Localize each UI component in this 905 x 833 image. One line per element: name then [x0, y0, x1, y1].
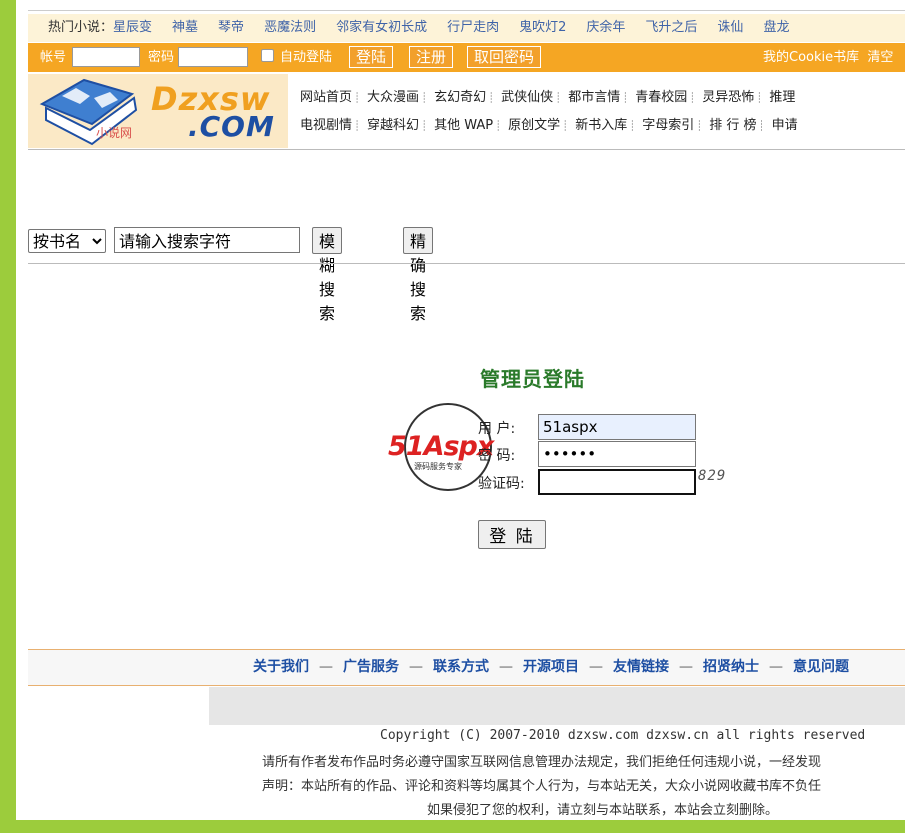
cookie-links: 我的Cookie书库 清空	[763, 43, 893, 72]
admin-password-label: 密 码:	[478, 448, 516, 464]
member-login-button[interactable]: 登陆	[349, 46, 394, 68]
notice-line-3: 如果侵犯了您的权利，请立刻与本站联系，本站会立刻删除。	[427, 803, 779, 818]
watermark-tagline: 源码服务专家	[414, 462, 462, 471]
retrieve-password-button[interactable]: 取回密码	[467, 46, 542, 68]
nav-link[interactable]: 其他 WAP	[434, 118, 493, 133]
footer-link[interactable]: 友情链接	[613, 659, 669, 675]
nav-link[interactable]: 网站首页	[300, 90, 352, 105]
admin-username-input[interactable]	[538, 414, 696, 440]
book-logo-icon	[39, 78, 138, 146]
nav-link[interactable]: 申请	[772, 118, 798, 133]
hot-novel-link[interactable]: 鬼吹灯2	[519, 20, 566, 35]
nav-link[interactable]: 青春校园	[635, 90, 687, 105]
search-divider	[28, 263, 905, 264]
hot-novel-link[interactable]: 琴帝	[218, 20, 244, 35]
captcha-image[interactable]: 829	[698, 468, 726, 484]
nav-link[interactable]: 新书入库	[575, 118, 627, 133]
nav-link[interactable]: 都市言情	[568, 90, 620, 105]
hot-novels-bar: 热门小说：星辰变 神墓 琴帝 恶魔法则 邻家有女初长成 行尸走肉 鬼吹灯2 庆余年 飞升之后 诛仙…	[28, 14, 905, 42]
footer-link[interactable]: 联系方式	[433, 659, 489, 675]
auto-login-checkbox[interactable]	[261, 49, 274, 62]
nav-row-2: 电视剧情 ┊ 穿越科幻 ┊ 其他 WAP ┊ 原创文学 ┊ 新书入库 ┊ 字母索引 ┊ 排 行 榜 ┊ 申请	[300, 118, 798, 133]
nav-link[interactable]: 玄幻奇幻	[434, 90, 486, 105]
admin-login-title: 管理员登陆	[480, 367, 585, 391]
register-button[interactable]: 注册	[409, 46, 454, 68]
hot-novel-link[interactable]: 诛仙	[717, 20, 743, 35]
nav-link[interactable]: 灵异恐怖	[702, 90, 754, 105]
admin-code-label: 验证码:	[478, 476, 525, 492]
cookie-library-link[interactable]: 我的Cookie书库	[763, 50, 859, 65]
footer-link[interactable]: 关于我们	[253, 659, 309, 675]
account-label: 帐号	[40, 50, 67, 65]
footer-link[interactable]: 广告服务	[343, 659, 399, 675]
top-divider	[28, 10, 905, 11]
admin-password-input[interactable]	[538, 441, 696, 467]
password-label: 密码	[148, 50, 175, 65]
account-input[interactable]	[72, 47, 140, 67]
hot-novel-link[interactable]: 星辰变	[113, 20, 152, 35]
nav-link[interactable]: 大众漫画	[367, 90, 419, 105]
left-accent-bar	[0, 0, 16, 833]
hot-novel-link[interactable]: 神墓	[172, 20, 198, 35]
copyright-text: Copyright (C) 2007-2010 dzxsw.com dzxsw.…	[380, 728, 866, 743]
hot-novel-link[interactable]: 盘龙	[763, 20, 789, 35]
footer-gray-band	[209, 687, 905, 725]
notice-line-2: 声明：本站所有的作品、评论和资料等均属其个人行为，与本站无关，大众小说网收藏书库…	[262, 779, 822, 794]
member-login-bar: 帐号 密码 自动登陆 登陆 注册 取回密码 我的Cookie书库 清空	[28, 43, 905, 72]
auto-login-label: 自动登陆	[280, 50, 333, 65]
hot-novel-link[interactable]: 恶魔法则	[264, 20, 316, 35]
nav-row-1: 网站首页 ┊ 大众漫画 ┊ 玄幻奇幻 ┊ 武侠仙侠 ┊ 都市言情 ┊ 青春校园 ┊ 灵异恐怖 ┊ 推理	[300, 90, 796, 105]
footer-link[interactable]: 招贤纳士	[703, 659, 759, 675]
hot-novel-link[interactable]: 飞升之后	[645, 20, 697, 35]
bottom-accent-bar	[0, 820, 905, 833]
logo-brand-bottom: .COM	[188, 110, 275, 143]
nav-link[interactable]: 字母索引	[642, 118, 694, 133]
clear-link[interactable]: 清空	[867, 50, 893, 65]
logo-subtitle: 小说网	[96, 126, 133, 140]
nav-divider	[28, 149, 905, 150]
hot-novel-link[interactable]: 庆余年	[586, 20, 625, 35]
nav-link[interactable]: 推理	[769, 90, 795, 105]
notice-line-1: 请所有作者发布作品时务必遵守国家互联网信息管理办法规定，我们拒绝任何违规小说，一…	[262, 755, 822, 770]
search-input[interactable]	[114, 227, 300, 253]
nav-link[interactable]: 排 行 榜	[709, 118, 756, 133]
footer-link[interactable]: 开源项目	[523, 659, 579, 675]
nav-link[interactable]: 电视剧情	[300, 118, 352, 133]
admin-code-input[interactable]	[538, 469, 696, 495]
fuzzy-search-button[interactable]: 模糊搜索	[312, 227, 343, 323]
hot-novel-link[interactable]: 行尸走肉	[447, 20, 499, 35]
password-input[interactable]	[178, 47, 248, 67]
nav-link[interactable]: 武侠仙侠	[501, 90, 553, 105]
site-logo[interactable]: Dzxsw .COM 小说网	[28, 74, 288, 148]
footer-link[interactable]: 意见问题	[793, 659, 849, 675]
hot-novel-link[interactable]: 邻家有女初长成	[336, 20, 427, 35]
nav-link[interactable]: 穿越科幻	[367, 118, 419, 133]
footer-nav: 关于我们 — 广告服务 — 联系方式 — 开源项目 — 友情链接 — 招贤纳士 — 意见问题	[28, 649, 905, 686]
exact-search-button[interactable]: 精确搜索	[403, 227, 434, 323]
hot-novels-label: 热门小说：	[48, 20, 114, 35]
nav-link[interactable]: 原创文学	[508, 118, 560, 133]
search-type-select[interactable]: 按书名	[28, 229, 106, 253]
admin-login-button[interactable]: 登 陆	[478, 520, 546, 549]
main-nav: 网站首页 ┊ 大众漫画 ┊ 玄幻奇幻 ┊ 武侠仙侠 ┊ 都市言情 ┊ 青春校园 ┊ 灵异恐怖 ┊ 推理 电视…	[300, 84, 798, 140]
admin-user-label: 用 户:	[478, 421, 516, 437]
